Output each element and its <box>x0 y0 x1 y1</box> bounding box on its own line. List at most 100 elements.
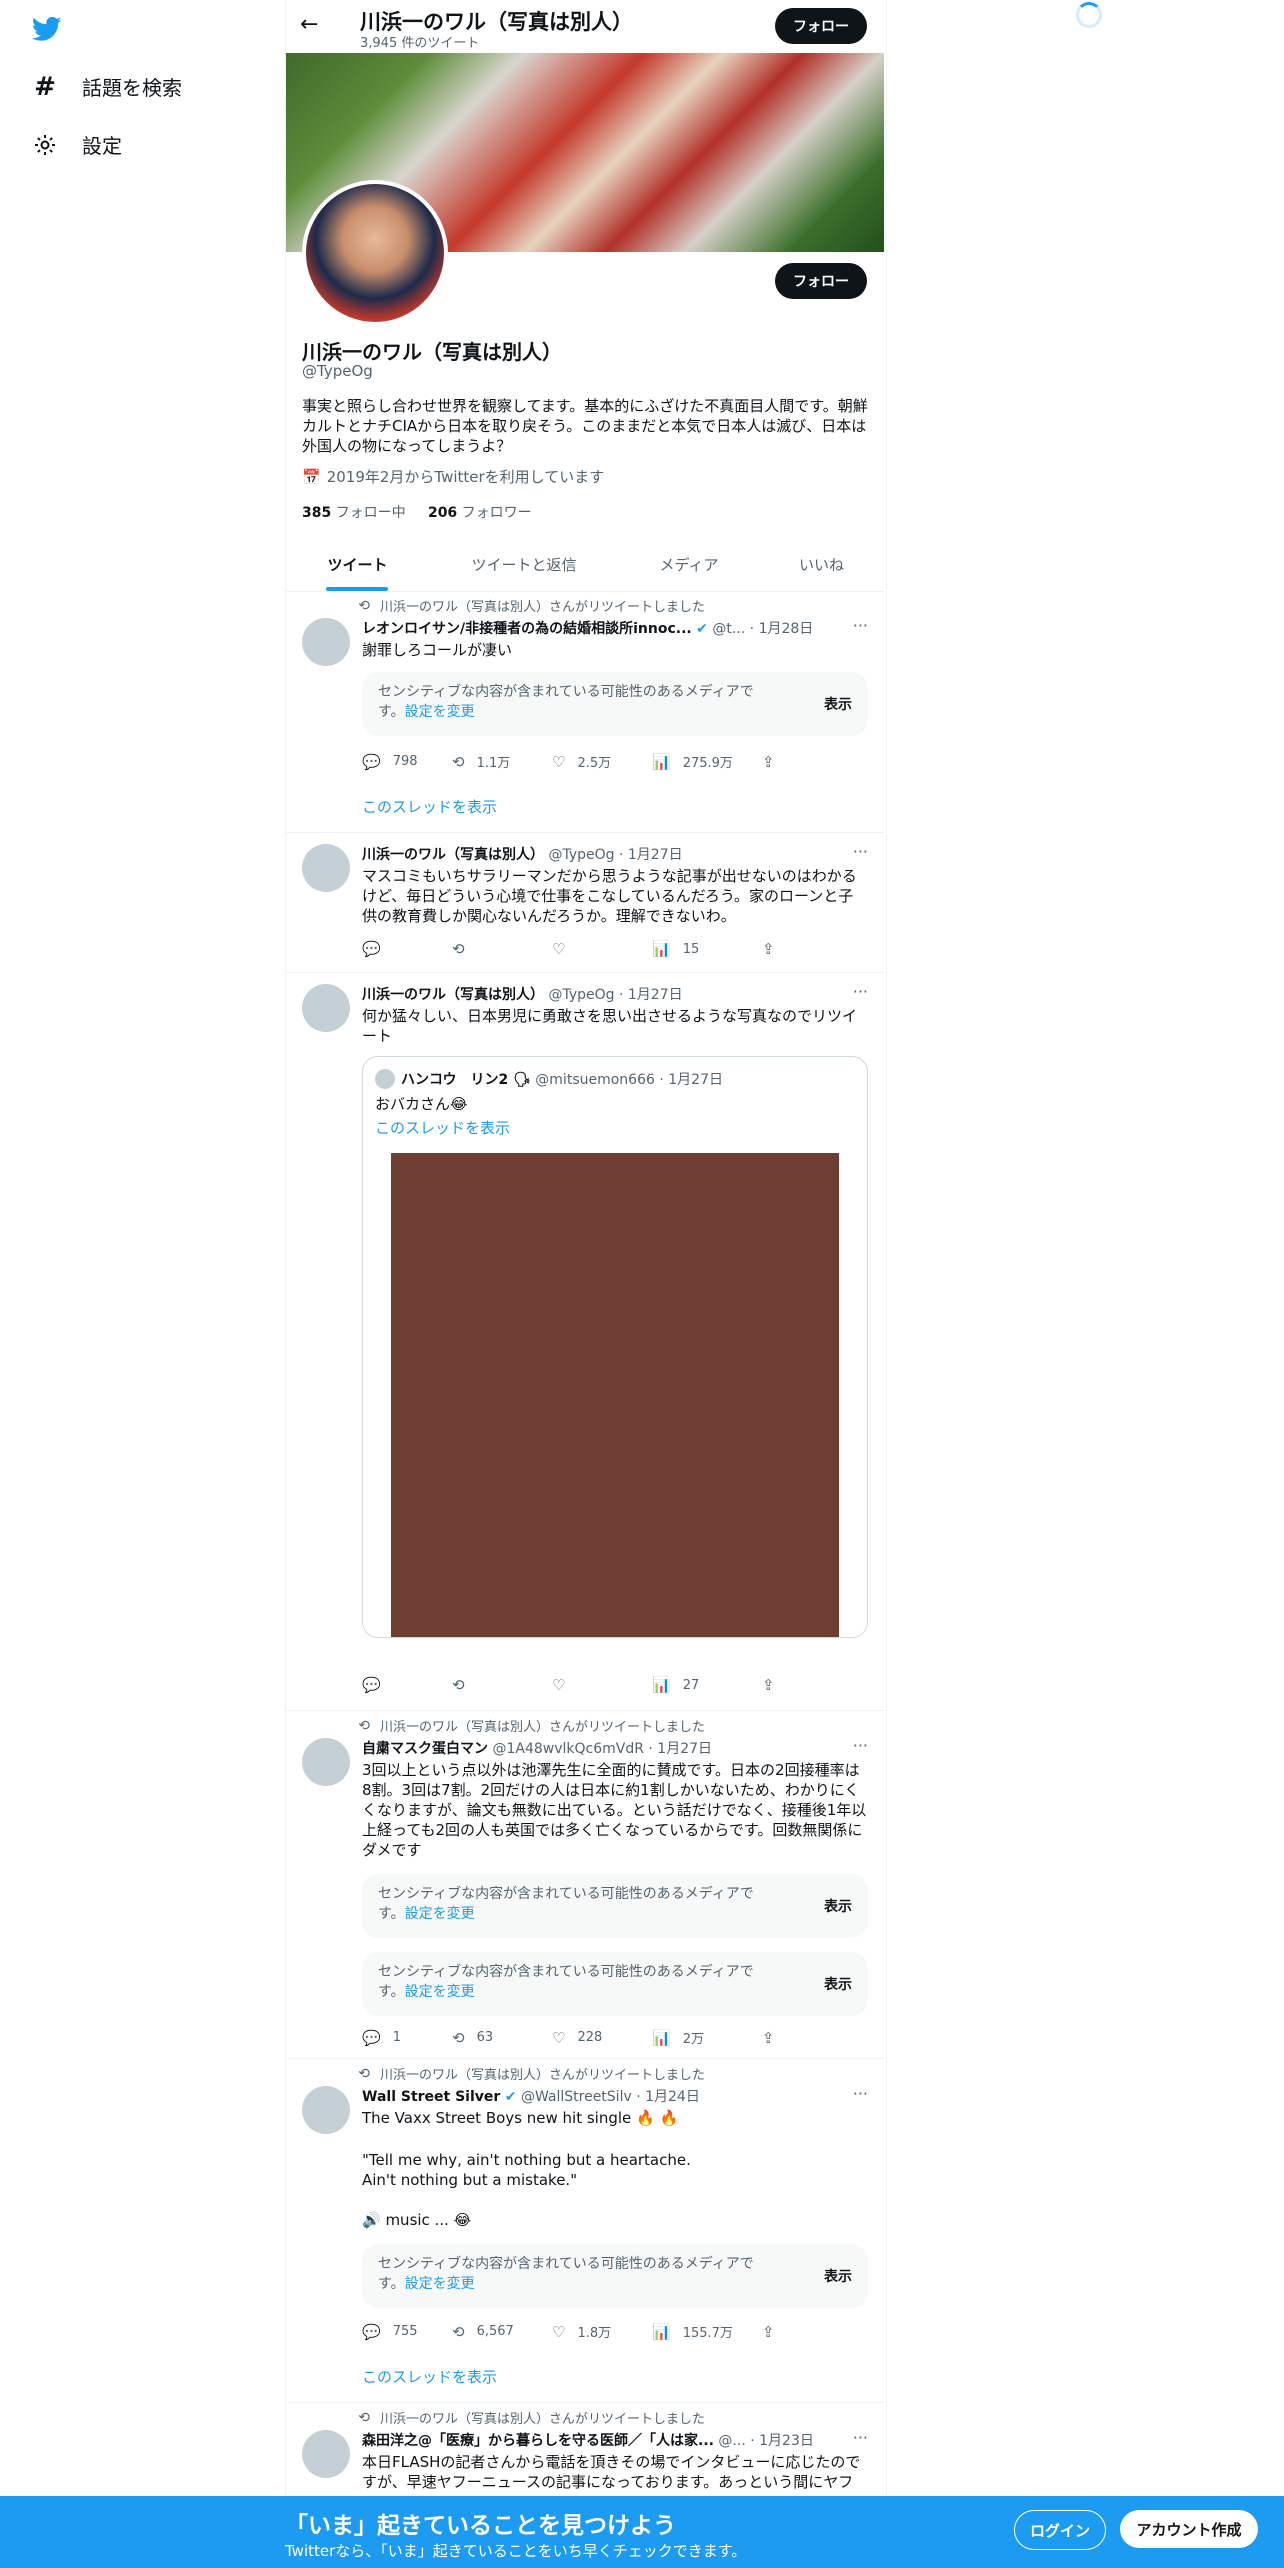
twitter-logo-icon[interactable] <box>31 14 62 44</box>
back-arrow-icon[interactable]: ← <box>300 12 318 37</box>
nav-item-label: 設定 <box>82 134 122 158</box>
reply-icon: 💬 <box>362 940 381 958</box>
avatar[interactable] <box>302 2086 350 2134</box>
tab-media[interactable]: メディア <box>619 538 759 591</box>
tweet-text: Ain't nothing but a mistake." <box>362 2171 578 2189</box>
tab-tweets[interactable]: ツイート <box>286 538 429 591</box>
retweet-icon: ⟲ <box>452 1676 465 1694</box>
views-button[interactable]: 📊 275.9万 <box>652 752 762 772</box>
tab-likes[interactable]: いいね <box>759 538 884 591</box>
show-thread-link[interactable]: このスレッドを表示 <box>362 796 497 817</box>
calendar-icon: 📅 <box>302 467 321 486</box>
login-button[interactable]: ログイン <box>1014 2510 1106 2550</box>
tweet-header: 川浜一のワル（写真は別人） @TypeOg · 1月27日 <box>362 847 683 863</box>
avatar[interactable] <box>302 1738 350 1786</box>
show-thread-link[interactable]: このスレッドを表示 <box>362 2366 497 2387</box>
retweet-label: ⟲ 川浜一のワル（写真は別人）さんがリツイートしました <box>336 1716 705 1736</box>
tweet[interactable]: ⟲ 川浜一のワル（写真は別人）さんがリツイートしました 自粛マスク蛋白マン @1A… <box>286 1710 884 2059</box>
tweet[interactable]: ⟲ 川浜一のワル（写真は別人）さんがリツイートしました Wall Street S… <box>286 2058 884 2403</box>
share-button[interactable]: ⇪ <box>762 752 775 771</box>
change-settings-link[interactable]: 設定を変更 <box>405 1984 475 2000</box>
retweet-button[interactable]: ⟲ 6,567 <box>452 2322 552 2341</box>
tweet[interactable]: 川浜一のワル（写真は別人） @TypeOg · 1月27日 ··· マスコミもい… <box>286 832 884 973</box>
tweet[interactable]: 川浜一のワル（写真は別人） @TypeOg · 1月27日 ··· 何か猛々しい… <box>286 972 884 1711</box>
avatar[interactable] <box>302 984 350 1032</box>
retweet-button[interactable]: ⟲ <box>452 940 552 958</box>
quoted-tweet[interactable]: ハンコウ リン2 🗣 @mitsuemon666 · 1月27日 おバカさん😂 … <box>362 1056 868 1638</box>
avatar[interactable] <box>302 2430 350 2478</box>
like-button[interactable]: ♡ 228 <box>552 2028 652 2047</box>
show-thread-link[interactable]: このスレッドを表示 <box>375 1117 510 1138</box>
author-name[interactable]: レオンロイサン/非接種者の為の結婚相談所innoc... <box>362 621 692 637</box>
chart-icon: 📊 <box>652 752 671 771</box>
signup-banner-title: 「いま」起きていることを見つけよう <box>285 2513 676 2539</box>
like-button[interactable]: ♡ <box>552 1676 652 1694</box>
retweet-button[interactable]: ⟲ 1.1万 <box>452 752 552 772</box>
show-media-button[interactable]: 表示 <box>824 1974 852 1994</box>
more-icon[interactable]: ··· <box>853 1736 868 1755</box>
more-icon[interactable]: ··· <box>853 842 868 861</box>
tweet-actions: 💬 ⟲ ♡ 📊 27 ⇪ <box>362 1676 802 1694</box>
views-button[interactable]: 📊 2万 <box>652 2028 762 2048</box>
profile-follow-button[interactable]: フォロー <box>775 263 867 299</box>
tweet-header: Wall Street Silver ✔ @WallStreetSilv · 1… <box>362 2089 700 2105</box>
share-button[interactable]: ⇪ <box>762 2322 775 2341</box>
change-settings-link[interactable]: 設定を変更 <box>405 2276 475 2292</box>
signup-banner: 「いま」起きていることを見つけよう Twitterなら、「いま」起きていることを… <box>0 2496 1284 2568</box>
avatar[interactable] <box>302 618 350 666</box>
share-button[interactable]: ⇪ <box>762 1676 775 1694</box>
chart-icon: 📊 <box>652 2322 671 2341</box>
views-button[interactable]: 📊 15 <box>652 940 762 958</box>
show-media-button[interactable]: 表示 <box>824 694 852 714</box>
nav-item-explore[interactable]: # 話題を検索 <box>32 72 182 102</box>
retweet-button[interactable]: ⟲ <box>452 1676 552 1694</box>
profile-avatar[interactable] <box>302 180 448 326</box>
quote-media-image[interactable] <box>391 1153 839 1637</box>
sensitive-media-notice[interactable]: センシティブな内容が含まれている可能性のあるメディアです。設定を変更 表示 <box>362 672 868 736</box>
views-button[interactable]: 📊 155.7万 <box>652 2322 762 2342</box>
retweet-icon: ⟲ <box>358 597 370 614</box>
change-settings-link[interactable]: 設定を変更 <box>405 1906 475 1922</box>
show-media-button[interactable]: 表示 <box>824 1896 852 1916</box>
show-media-button[interactable]: 表示 <box>824 2266 852 2286</box>
profile-column: ← 川浜一のワル（写真は別人） 3,945 件のツイート フォロー フォロー 川… <box>285 0 887 2568</box>
tweet-header: 森田洋之@「医療」から暮らしを守る医師／「人は家... @... · 1月23日 <box>362 2433 814 2449</box>
reply-button[interactable]: 💬 755 <box>362 2322 452 2341</box>
avatar[interactable] <box>302 844 350 892</box>
tweet[interactable]: ⟲ 川浜一のワル（写真は別人）さんがリツイートしました レオンロイサン/非接種者の… <box>286 592 884 833</box>
share-button[interactable]: ⇪ <box>762 2028 775 2047</box>
nav-item-settings[interactable]: 設定 <box>32 130 122 159</box>
reply-button[interactable]: 💬 <box>362 1676 452 1694</box>
retweet-button[interactable]: ⟲ 63 <box>452 2028 552 2047</box>
heart-icon: ♡ <box>552 752 566 771</box>
more-icon[interactable]: ··· <box>853 982 868 1001</box>
reply-button[interactable]: 💬 <box>362 940 452 958</box>
sensitive-media-notice[interactable]: センシティブな内容が含まれている可能性のあるメディアです。設定を変更 表示 <box>362 1952 868 2016</box>
tweet-text: 🔊 music ... 😂 <box>362 2211 472 2229</box>
tweet-text: マスコミもいちサラリーマンだから思うような記事が出せないのはわかるけど、毎日どう… <box>362 867 857 925</box>
views-button[interactable]: 📊 27 <box>652 1676 762 1694</box>
signup-button[interactable]: アカウント作成 <box>1120 2510 1258 2548</box>
nav-item-label: 話題を検索 <box>82 76 182 100</box>
header-follow-button[interactable]: フォロー <box>775 8 867 44</box>
chart-icon: 📊 <box>652 940 671 958</box>
sensitive-media-notice[interactable]: センシティブな内容が含まれている可能性のあるメディアです。設定を変更 表示 <box>362 1874 868 1938</box>
following-link[interactable]: 385 フォロー中 <box>302 505 406 521</box>
like-button[interactable]: ♡ 2.5万 <box>552 752 652 772</box>
heart-icon: ♡ <box>552 2322 566 2341</box>
avatar <box>375 1069 395 1089</box>
sensitive-media-notice[interactable]: センシティブな内容が含まれている可能性のあるメディアです。設定を変更 表示 <box>362 2244 868 2308</box>
more-icon[interactable]: ··· <box>853 616 868 635</box>
share-button[interactable]: ⇪ <box>762 940 775 958</box>
followers-link[interactable]: 206 フォロワー <box>428 505 532 521</box>
more-icon[interactable]: ··· <box>853 2084 868 2103</box>
more-icon[interactable]: ··· <box>853 2428 868 2447</box>
reply-button[interactable]: 💬 798 <box>362 752 452 771</box>
like-button[interactable]: ♡ <box>552 940 652 958</box>
retweet-label: ⟲ 川浜一のワル（写真は別人）さんがリツイートしました <box>336 2408 705 2428</box>
verified-badge-icon: ✔ <box>696 621 708 637</box>
reply-button[interactable]: 💬 1 <box>362 2028 452 2047</box>
tab-tweets-and-replies[interactable]: ツイートと返信 <box>429 538 619 591</box>
change-settings-link[interactable]: 設定を変更 <box>405 704 475 720</box>
like-button[interactable]: ♡ 1.8万 <box>552 2322 652 2342</box>
